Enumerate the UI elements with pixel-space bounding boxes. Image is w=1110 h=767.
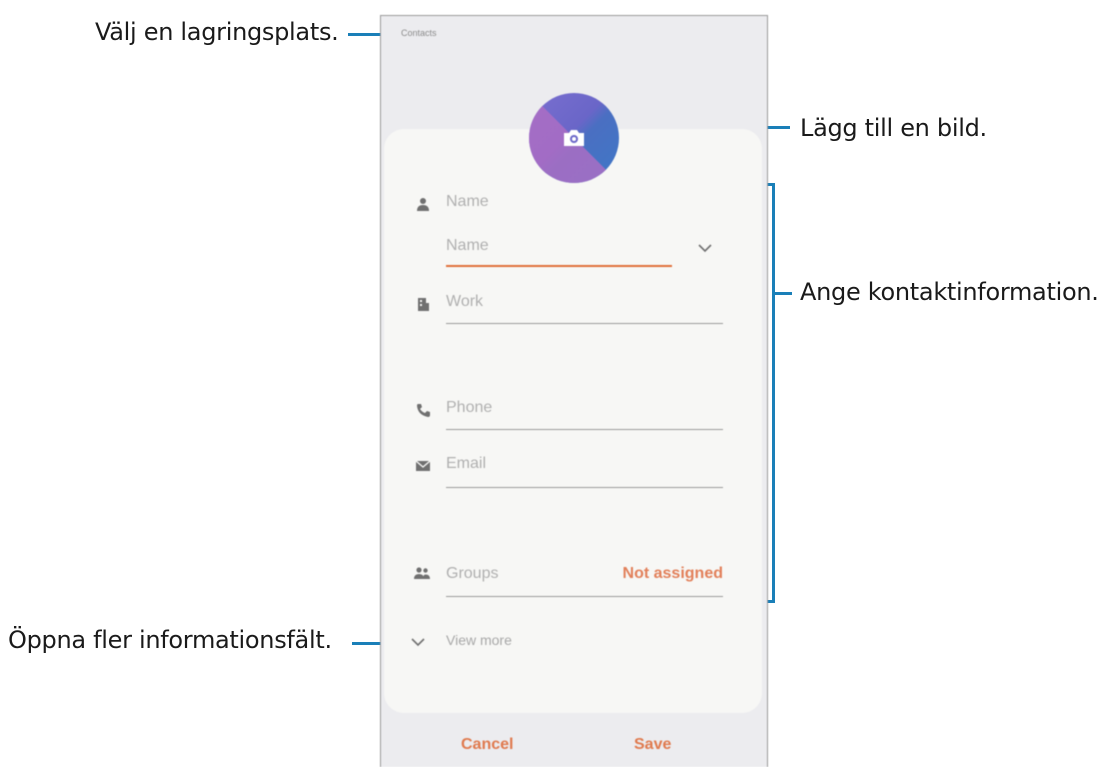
email-input-underline: [446, 487, 723, 488]
phone-screen: Contacts Name Name Work Phone Email Grou…: [380, 15, 768, 767]
view-more-button[interactable]: View more: [446, 632, 512, 648]
email-input[interactable]: Email: [446, 455, 486, 473]
name-section-label: Name: [446, 193, 489, 210]
building-icon: [418, 298, 429, 311]
callout-line-contact-info: [775, 292, 792, 295]
phone-input[interactable]: Phone: [446, 399, 492, 417]
callout-bracket-vertical: [772, 183, 775, 603]
callout-storage: Välj en lagringsplats.: [95, 18, 339, 46]
name-input-underline: [446, 265, 672, 267]
name-input[interactable]: Name: [446, 237, 489, 255]
chevron-down-icon[interactable]: [410, 637, 426, 647]
add-picture-button[interactable]: [529, 93, 619, 183]
chevron-down-icon[interactable]: [697, 243, 713, 253]
storage-location-selector[interactable]: Contacts: [401, 28, 437, 38]
camera-icon: [564, 130, 584, 146]
callout-more-fields: Öppna fler informationsfält.: [8, 626, 332, 654]
work-input[interactable]: Work: [446, 293, 483, 311]
groups-icon: [414, 567, 430, 579]
phone-icon: [417, 404, 430, 417]
work-input-underline: [446, 323, 723, 324]
person-icon: [417, 198, 429, 211]
callout-contact-info: Ange kontaktinformation.: [800, 278, 1099, 306]
groups-underline: [446, 596, 723, 597]
groups-label: Groups: [446, 565, 499, 582]
cancel-button[interactable]: Cancel: [461, 736, 513, 754]
email-icon: [415, 460, 431, 471]
phone-input-underline: [446, 429, 723, 430]
groups-value[interactable]: Not assigned: [623, 565, 723, 583]
callout-picture: Lägg till en bild.: [800, 114, 987, 142]
save-button[interactable]: Save: [634, 736, 671, 754]
contact-form-card: Name Name Work Phone Email Groups Not as…: [384, 129, 762, 713]
